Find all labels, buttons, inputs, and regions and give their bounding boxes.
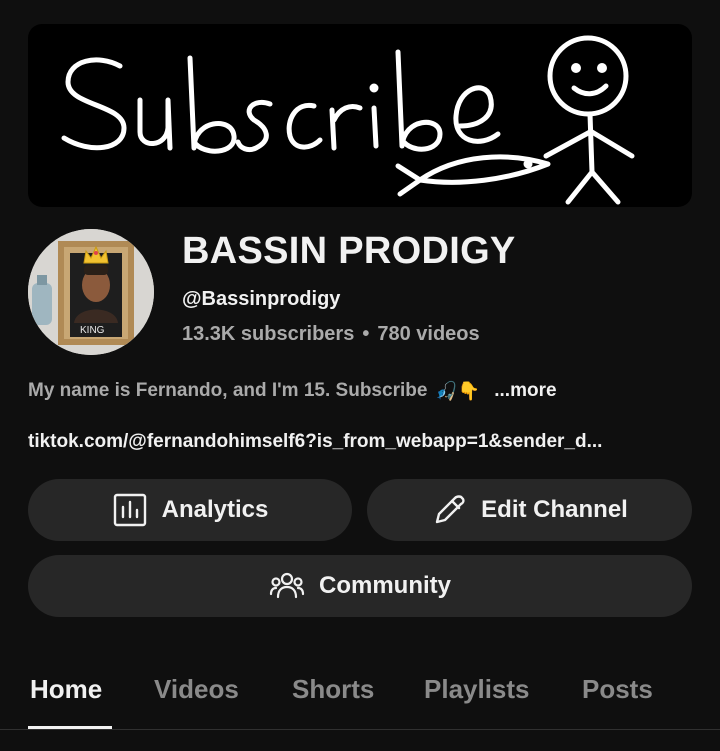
edit-channel-label: Edit Channel [481, 496, 628, 523]
people-icon [269, 568, 305, 604]
stats-separator: • [362, 323, 370, 345]
description-text: My name is Fernando, and I'm 15. Subscri… [28, 380, 428, 401]
tab-posts[interactable]: Posts [582, 674, 653, 705]
subscriber-count: 13.3K subscribers [182, 323, 355, 345]
tab-videos[interactable]: Videos [154, 674, 239, 705]
more-link[interactable]: ...more [494, 380, 556, 402]
tabs-divider [0, 729, 720, 730]
channel-name: BASSIN PRODIGY [182, 230, 516, 272]
video-count: 780 videos [377, 323, 480, 345]
channel-stats: 13.3K subscribers • 780 videos [182, 323, 480, 346]
pencil-icon [431, 492, 467, 528]
fishing-pointing-emoji: 🎣👇 [435, 380, 481, 401]
avatar-frame-label: KING [80, 325, 105, 336]
subscribe-banner-art [61, 35, 635, 205]
analytics-button[interactable]: Analytics [28, 479, 352, 541]
channel-banner [28, 24, 692, 207]
channel-avatar[interactable] [28, 229, 154, 355]
tab-playlists[interactable]: Playlists [424, 674, 530, 705]
channel-handle: @Bassinprodigy [182, 288, 341, 310]
edit-channel-button[interactable]: Edit Channel [367, 479, 692, 541]
community-label: Community [319, 572, 451, 599]
tab-shorts[interactable]: Shorts [292, 674, 374, 705]
portrait-frame-icon [28, 229, 154, 355]
channel-link[interactable]: tiktok.com/@fernandohimself6?is_from_web… [28, 431, 692, 453]
community-button[interactable]: Community [28, 555, 692, 617]
analytics-label: Analytics [161, 496, 269, 523]
bar-chart-icon [112, 492, 148, 528]
tab-home[interactable]: Home [30, 674, 102, 705]
channel-description[interactable]: My name is Fernando, and I'm 15. Subscri… [28, 380, 557, 402]
channel-tabs: Home Videos Shorts Playlists Posts [0, 660, 720, 751]
